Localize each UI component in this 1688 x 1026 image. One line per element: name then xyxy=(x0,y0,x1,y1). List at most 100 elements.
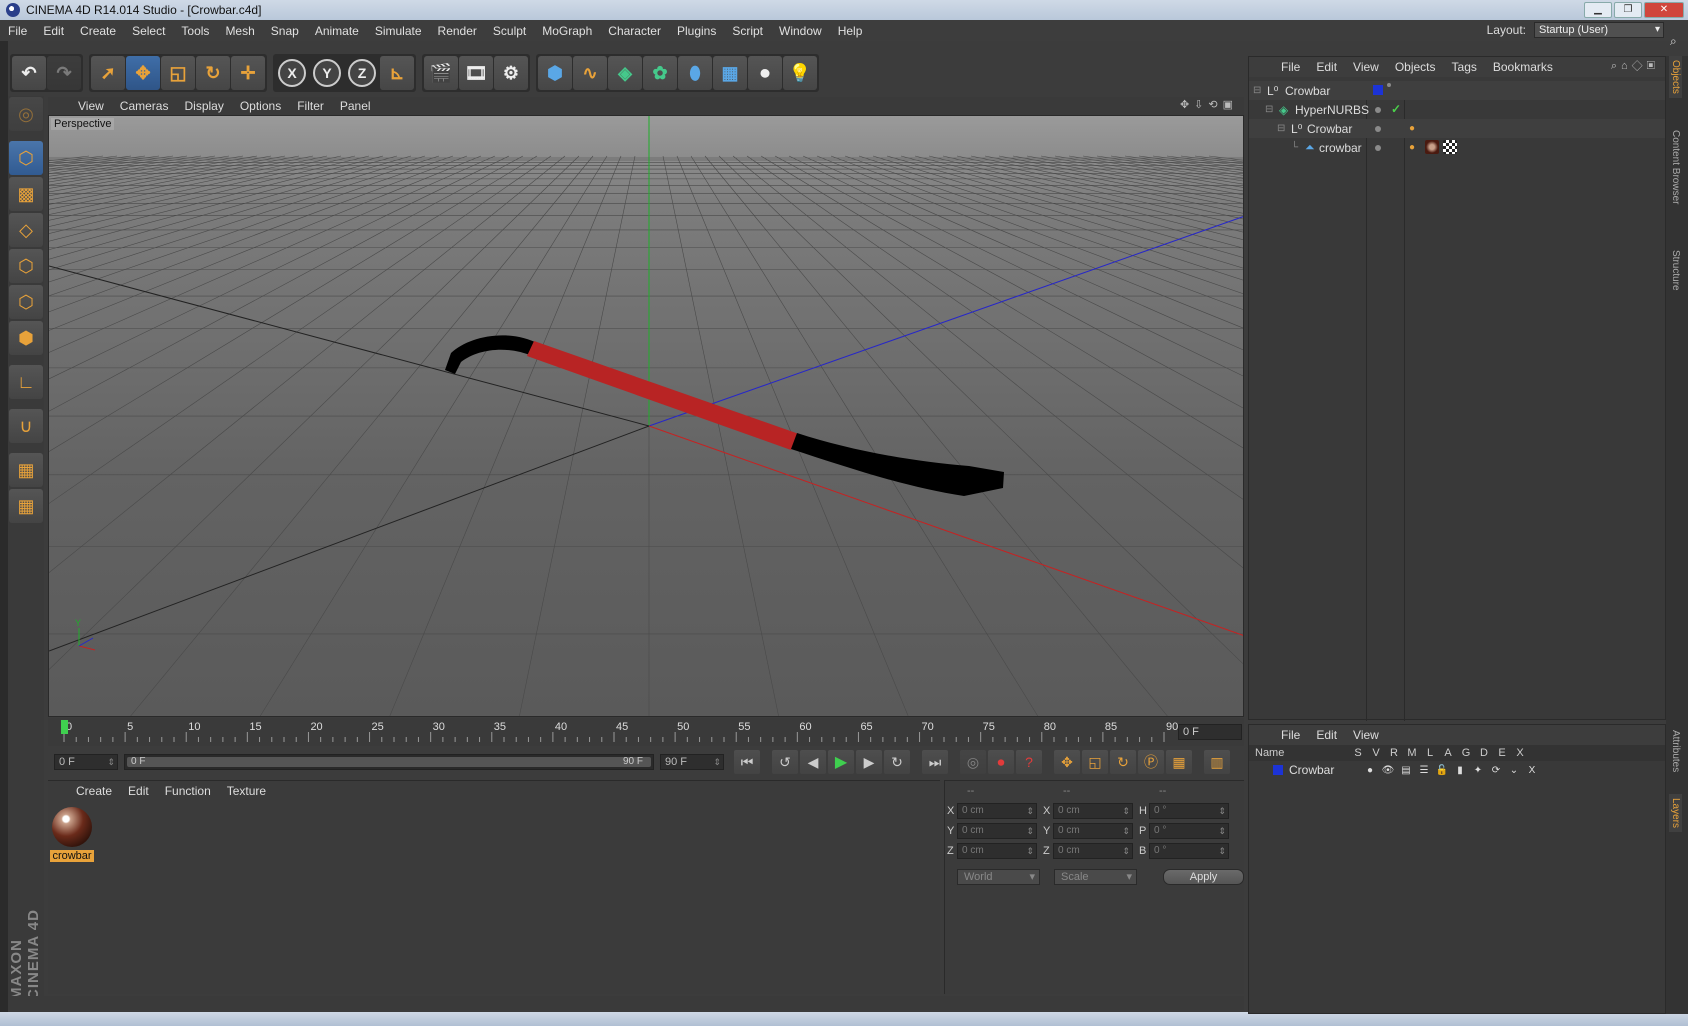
edit-render-settings-icon[interactable]: ⚙ xyxy=(494,56,528,90)
x-axis-icon[interactable]: X xyxy=(278,59,306,87)
play-button[interactable]: ▶ xyxy=(828,750,854,774)
object-manager-nav-icons[interactable]: ⌕⌂◇▣ xyxy=(1611,60,1659,73)
transform-mode-dropdown[interactable]: Scale xyxy=(1054,869,1138,885)
object-name[interactable]: HyperNURBS xyxy=(1295,103,1369,117)
rotation-p-field[interactable]: 0 ° xyxy=(1149,823,1229,839)
close-button[interactable]: ✕ xyxy=(1644,2,1684,18)
edges-mode-icon[interactable]: ⬡ xyxy=(9,285,43,319)
object-row[interactable]: ⊟ L⁰ Crowbar xyxy=(1249,81,1665,100)
next-frame-button[interactable]: ▶ xyxy=(856,750,882,774)
viewport-menu-panel[interactable]: Panel xyxy=(332,99,379,113)
coordinate-system-icon[interactable]: ⊾ xyxy=(380,56,414,90)
material-swatch-crowbar[interactable]: crowbar xyxy=(50,807,94,862)
perspective-viewport[interactable]: Y Perspective xyxy=(48,115,1244,717)
size-z-field[interactable]: 0 cm xyxy=(1053,843,1133,859)
timeline-window-icon[interactable]: ▥ xyxy=(1204,750,1230,774)
collapse-toggle[interactable]: ⊟ xyxy=(1265,104,1273,115)
minimize-button[interactable]: ▁ xyxy=(1584,2,1612,18)
object-name[interactable]: Crowbar xyxy=(1307,122,1352,136)
scale-icon[interactable]: ◱ xyxy=(161,56,195,90)
expressions-toggle-icon[interactable]: ⌄ xyxy=(1505,765,1523,776)
menu-create[interactable]: Create xyxy=(72,24,124,38)
object-row[interactable]: └ ⏶ crowbar ● xyxy=(1249,138,1665,157)
visibility-dot[interactable] xyxy=(1375,126,1381,132)
deformer-icon[interactable]: ⬮ xyxy=(678,56,712,90)
collapse-toggle[interactable]: ⊟ xyxy=(1277,123,1285,134)
column-manager[interactable]: M xyxy=(1403,747,1421,759)
menu-plugins[interactable]: Plugins xyxy=(669,24,724,38)
rotation-h-field[interactable]: 0 ° xyxy=(1149,803,1229,819)
uvw-tag-icon[interactable] xyxy=(1443,140,1457,154)
object-name[interactable]: crowbar xyxy=(1319,141,1362,155)
menu-simulate[interactable]: Simulate xyxy=(367,24,430,38)
viewport-menu-options[interactable]: Options xyxy=(232,99,289,113)
restore-button[interactable]: ❐ xyxy=(1614,2,1642,18)
undo-icon[interactable]: ↶ xyxy=(12,56,46,90)
menu-tools[interactable]: Tools xyxy=(173,24,217,38)
objects-menu-view[interactable]: View xyxy=(1345,60,1387,74)
menu-mesh[interactable]: Mesh xyxy=(217,24,262,38)
apply-button[interactable]: Apply xyxy=(1163,869,1244,885)
end-frame-field[interactable]: 90 F xyxy=(660,754,724,770)
visibility-dot[interactable] xyxy=(1375,145,1381,151)
search-icon[interactable]: ⌕ xyxy=(1670,34,1677,49)
record-parameter-icon[interactable]: Ⓟ xyxy=(1138,750,1164,774)
layer-row[interactable]: Crowbar ● 👁 ▤ ☰ 🔓 ▮ ✦ ⟳ ⌄ X xyxy=(1249,761,1665,779)
column-generators[interactable]: G xyxy=(1457,747,1475,759)
preview-range-slider[interactable]: 0 F 90 F xyxy=(124,754,654,770)
viewport-navigation-icons[interactable]: ✥⇩⟲▣ xyxy=(1180,98,1238,111)
animation-toggle-icon[interactable]: ▮ xyxy=(1451,765,1469,776)
previous-key-button[interactable]: ↺ xyxy=(772,750,798,774)
material-menu-function[interactable]: Function xyxy=(157,784,219,798)
layer-color-swatch[interactable] xyxy=(1273,765,1283,775)
menu-window[interactable]: Window xyxy=(771,24,830,38)
menu-mograph[interactable]: MoGraph xyxy=(534,24,600,38)
axis-mode-icon[interactable]: ∟ xyxy=(9,365,43,399)
viewport-menu-view[interactable]: View xyxy=(70,99,112,113)
tab-objects[interactable]: Objects xyxy=(1669,56,1682,98)
menu-snap[interactable]: Snap xyxy=(263,24,307,38)
viewport-menu-cameras[interactable]: Cameras xyxy=(112,99,177,113)
redo-icon[interactable]: ↷ xyxy=(47,56,81,90)
workplane-lock-icon[interactable]: ▦ xyxy=(9,453,43,487)
preview-range-bar[interactable] xyxy=(127,757,651,767)
menu-render[interactable]: Render xyxy=(430,24,485,38)
playhead-marker[interactable] xyxy=(61,720,68,734)
position-z-field[interactable]: 0 cm xyxy=(957,843,1037,859)
xref-toggle-icon[interactable]: X xyxy=(1523,765,1541,776)
material-menu-texture[interactable]: Texture xyxy=(219,784,274,798)
enabled-check-icon[interactable]: ✓ xyxy=(1391,102,1401,116)
objects-menu-bookmarks[interactable]: Bookmarks xyxy=(1485,60,1561,74)
go-to-start-button[interactable]: ⏮ xyxy=(734,750,760,774)
render-view-icon[interactable]: 🎬 xyxy=(424,56,458,90)
menu-animate[interactable]: Animate xyxy=(307,24,367,38)
record-scale-icon[interactable]: ◱ xyxy=(1082,750,1108,774)
position-x-field[interactable]: 0 cm xyxy=(957,803,1037,819)
move-icon[interactable]: ✥ xyxy=(126,56,160,90)
object-row[interactable]: ⊟ L⁰ Crowbar ● xyxy=(1249,119,1665,138)
layers-menu-view[interactable]: View xyxy=(1345,728,1387,742)
record-rotation-icon[interactable]: ↻ xyxy=(1110,750,1136,774)
column-xref[interactable]: X xyxy=(1511,747,1529,759)
timeline-ruler[interactable]: 0 5 10 15 20 25 30 35 40 45 50 55 60 65 70 75 80 85 90 0 F xyxy=(48,718,1244,746)
render-toggle-icon[interactable]: ▤ xyxy=(1397,765,1415,776)
texture-mode-icon[interactable]: ▩ xyxy=(9,177,43,211)
make-editable-icon[interactable]: ◎ xyxy=(9,97,43,131)
current-frame-field[interactable]: 0 F xyxy=(1178,724,1242,740)
rotation-b-field[interactable]: 0 ° xyxy=(1149,843,1229,859)
points-mode-icon[interactable]: ⬡ xyxy=(9,249,43,283)
layout-dropdown[interactable]: Startup (User) xyxy=(1534,22,1664,38)
rotate-icon[interactable]: ↻ xyxy=(196,56,230,90)
tab-layers[interactable]: Layers xyxy=(1669,794,1682,833)
crowbar-model[interactable] xyxy=(445,335,1004,496)
viewport-menu-filter[interactable]: Filter xyxy=(289,99,332,113)
layers-menu-edit[interactable]: Edit xyxy=(1308,728,1345,742)
phong-tag-icon[interactable]: ● xyxy=(1409,142,1415,153)
collapse-toggle[interactable]: ⊟ xyxy=(1253,85,1261,96)
nurbs-icon[interactable]: ◈ xyxy=(608,56,642,90)
record-position-icon[interactable]: ✥ xyxy=(1054,750,1080,774)
floor-icon[interactable]: ▦ xyxy=(713,56,747,90)
column-solo[interactable]: S xyxy=(1349,747,1367,759)
objects-menu-tags[interactable]: Tags xyxy=(1444,60,1485,74)
layer-color-swatch[interactable] xyxy=(1373,85,1383,95)
